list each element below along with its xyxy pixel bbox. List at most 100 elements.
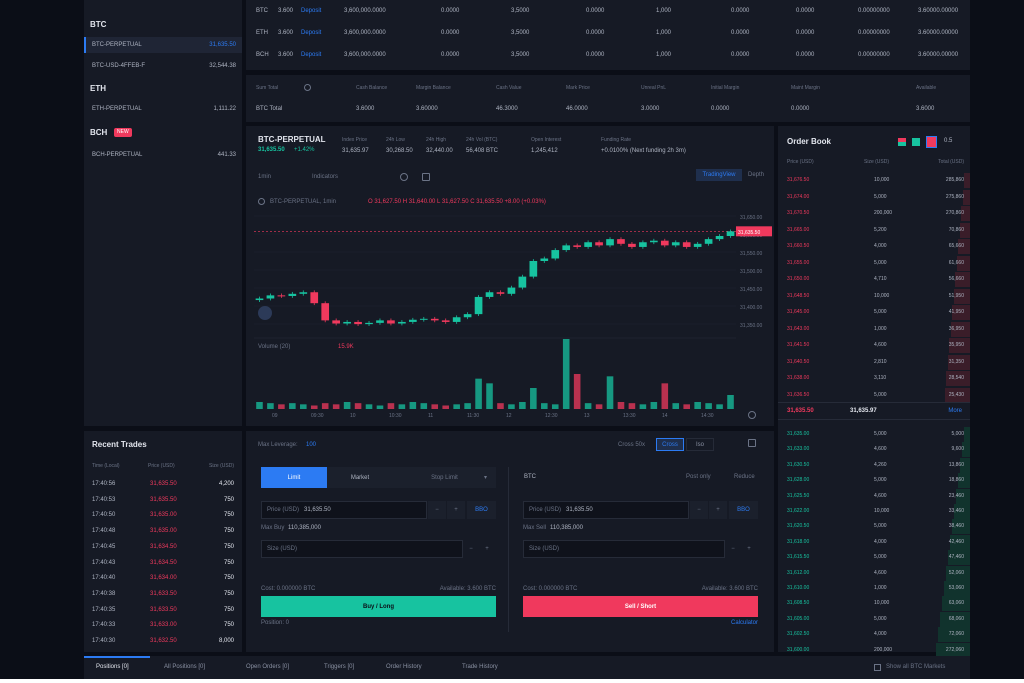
tab-stop-limit[interactable]: Stop Limit — [393, 467, 496, 488]
reduce-only-checkbox[interactable]: Reduce — [734, 474, 755, 480]
show-all-checkbox[interactable] — [874, 664, 881, 671]
candle-body — [671, 242, 680, 246]
cross-mode-button[interactable]: Cross — [656, 438, 684, 451]
sidebar-item-eth-perpetual[interactable]: ETH-PERPETUAL 1,111.22 — [84, 101, 242, 117]
sell-price-decrement[interactable]: − — [690, 501, 708, 519]
bottom-tab[interactable]: Order History — [386, 656, 422, 679]
summary-value: 3.60000 — [416, 106, 438, 112]
tab-limit[interactable]: Limit — [261, 467, 327, 488]
candlestick-chart[interactable]: 31,650.00 31,600.00 31,550.00 31,500.00 31,4… — [246, 126, 774, 426]
settings-icon[interactable] — [400, 173, 408, 181]
sell-price-field[interactable]: Price (USD) 31,635.50 — [523, 501, 689, 519]
ticker-stat-label: Index Price — [342, 137, 368, 143]
trade-row: 17:40:50 31,635.00 750 — [84, 508, 242, 523]
ticker-stat-value: 30,268.50 — [386, 148, 413, 154]
ask-row[interactable]: 31,650.00 4,710 56,660 — [778, 271, 970, 288]
volume-bar — [343, 402, 351, 409]
ask-size: 4,600 — [874, 342, 887, 348]
ask-row[interactable]: 31,660.50 4,000 65,660 — [778, 238, 970, 255]
ask-row[interactable]: 31,643.00 1,000 36,950 — [778, 321, 970, 338]
ticker-change: +1.42% — [294, 147, 315, 153]
depth-toggle[interactable]: Depth — [748, 172, 764, 178]
sell-size-field[interactable]: Size (USD) — [523, 540, 725, 558]
ask-row[interactable]: 31,636.50 5,000 25,430 — [778, 387, 970, 404]
trade-row: 17:40:48 31,635.00 750 — [84, 524, 242, 539]
ask-row[interactable]: 31,655.00 5,000 61,660 — [778, 255, 970, 272]
sell-size-increment[interactable]: + — [742, 540, 756, 558]
deposit-link[interactable]: Deposit — [301, 46, 321, 64]
sidebar-item-btc-future[interactable]: BTC-USD-4FFEB-F 32,544.38 — [84, 58, 242, 74]
candle-body — [682, 242, 691, 247]
buy-size-increment[interactable]: + — [480, 540, 494, 558]
tab-market[interactable]: Market — [327, 467, 393, 488]
sell-size-decrement[interactable]: − — [726, 540, 740, 558]
bottom-tab[interactable]: Triggers [0] — [324, 656, 354, 679]
bottom-tab[interactable]: Open Orders [0] — [246, 656, 289, 679]
more-link[interactable]: More — [948, 408, 962, 414]
ask-price: 31,650.00 — [787, 276, 810, 282]
interval-selector[interactable]: 1min — [258, 174, 271, 180]
ask-row[interactable]: 31,676.50 10,000 285,860 — [778, 172, 970, 189]
volume-bar — [617, 402, 625, 409]
ask-price: 31,645.00 — [787, 309, 810, 315]
spread-index: 31,635.97 — [850, 408, 877, 414]
trade-size: 750 — [223, 606, 234, 613]
ask-row[interactable]: 31,638.00 3,110 28,540 — [778, 370, 970, 387]
buy-price-increment[interactable]: + — [447, 501, 465, 519]
view-bids-icon[interactable] — [912, 138, 920, 146]
chart-reset-icon[interactable] — [748, 411, 756, 419]
volume-bar — [694, 402, 701, 409]
indicators-button[interactable]: Indicators — [312, 174, 338, 180]
bottom-tab[interactable]: All Positions [0] — [164, 656, 205, 679]
bottom-tab[interactable]: Trade History — [462, 656, 498, 679]
summary-header: Cash Balance — [356, 85, 388, 91]
deposit-link[interactable]: Deposit — [301, 24, 321, 42]
deposit-link[interactable]: Deposit — [301, 2, 321, 20]
ask-row[interactable]: 31,645.00 5,000 41,950 — [778, 304, 970, 321]
fullscreen-icon[interactable] — [422, 173, 430, 181]
buy-size-field[interactable]: Size (USD) — [261, 540, 463, 558]
buy-size-placeholder: Size (USD) — [267, 546, 298, 552]
ask-total: 270,860 — [945, 210, 964, 216]
calculator-icon[interactable] — [748, 439, 756, 447]
tradingview-toggle[interactable]: TradingView — [696, 169, 742, 181]
candle-body — [299, 292, 308, 294]
chart-panel: BTC-PERPETUAL 31,635.50 +1.42% Index Pri… — [246, 126, 774, 426]
volume-bar — [727, 395, 734, 409]
form-divider — [508, 467, 509, 632]
volume-bar — [606, 376, 614, 409]
leverage-value[interactable]: 100 — [306, 442, 316, 448]
ticker-symbol[interactable]: BTC-PERPETUAL — [258, 135, 326, 144]
sell-price-increment[interactable]: + — [709, 501, 727, 519]
drawing-tool-icon[interactable] — [258, 306, 272, 320]
post-only-checkbox[interactable]: Post only — [686, 474, 711, 480]
precision-select[interactable]: 0.5 — [944, 138, 952, 144]
ask-row[interactable]: 31,665.00 5,200 70,860 — [778, 222, 970, 239]
buy-size-decrement[interactable]: − — [464, 540, 478, 558]
info-icon[interactable] — [304, 84, 311, 91]
y-tick-label: 31,600.00 — [740, 233, 762, 239]
ask-row[interactable]: 31,674.00 5,000 275,860 — [778, 189, 970, 206]
sell-short-button[interactable]: Sell / Short — [523, 596, 758, 617]
buy-price-field[interactable]: Price (USD) 31,635.50 — [261, 501, 427, 519]
buy-bbo-button[interactable]: BBO — [467, 501, 496, 519]
view-asks-icon[interactable] — [926, 136, 937, 148]
y-tick-label: 31,450.00 — [740, 287, 762, 293]
ask-row[interactable]: 31,670.50 200,000 270,860 — [778, 205, 970, 222]
volume-label: Volume (20) — [258, 344, 291, 350]
ticker-stat-value: 56,408 BTC — [466, 148, 499, 154]
calculator-link[interactable]: Calculator — [731, 620, 758, 626]
view-both-icon[interactable] — [898, 138, 906, 146]
buy-price-decrement[interactable]: − — [428, 501, 446, 519]
ob-header-price: Price (USD) — [787, 159, 814, 165]
sidebar-item-bch-perpetual[interactable]: BCH-PERPETUAL 441.33 — [84, 147, 242, 163]
balance-cell: 0.0000 — [586, 30, 605, 36]
iso-mode-button[interactable]: Iso — [686, 438, 714, 451]
ask-row[interactable]: 31,640.50 2,810 31,350 — [778, 354, 970, 371]
bottom-tab[interactable]: Positions [0] — [96, 656, 129, 679]
ask-row[interactable]: 31,648.50 10,000 51,950 — [778, 288, 970, 305]
sidebar-item-btc-perpetual[interactable]: BTC-PERPETUAL 31,635.50 — [84, 37, 242, 53]
sell-bbo-button[interactable]: BBO — [729, 501, 758, 519]
ask-row[interactable]: 31,641.50 4,600 35,950 — [778, 337, 970, 354]
buy-long-button[interactable]: Buy / Long — [261, 596, 496, 617]
